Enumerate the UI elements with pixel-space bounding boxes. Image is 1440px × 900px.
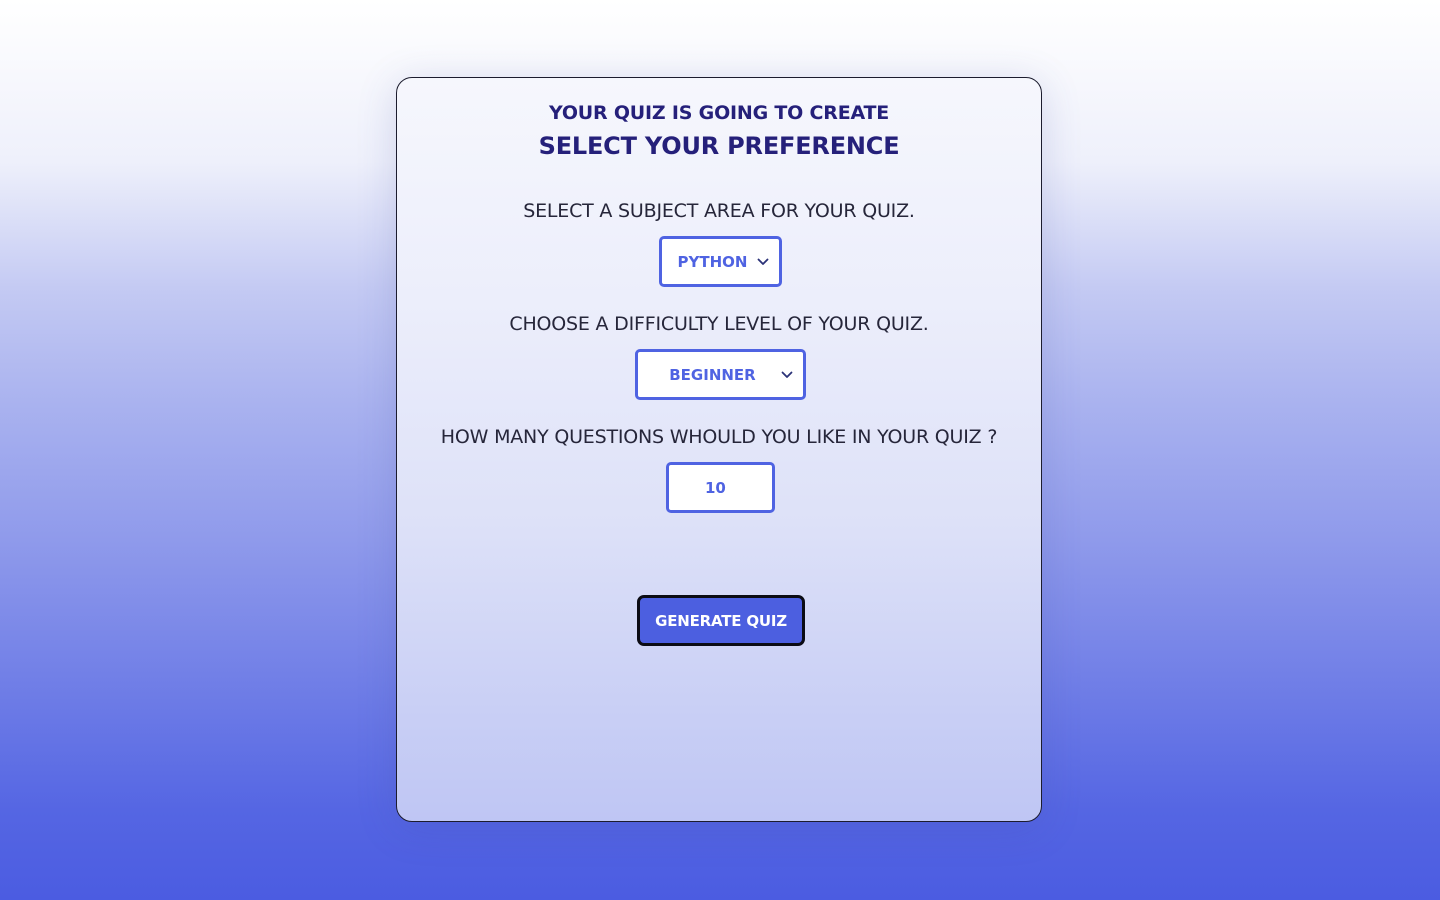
- subject-label: SELECT A SUBJECT AREA FOR YOUR QUIZ.: [523, 200, 915, 222]
- questions-label: HOW MANY QUESTIONS WHOULD YOU LIKE IN YO…: [440, 426, 998, 448]
- generate-quiz-button[interactable]: GENERATE QUIZ: [637, 595, 805, 646]
- quiz-preference-card: YOUR QUIZ IS GOING TO CREATE SELECT YOUR…: [396, 77, 1042, 822]
- difficulty-label: CHOOSE A DIFFICULTY LEVEL OF YOUR QUIZ.: [509, 313, 929, 335]
- questions-count-value: 10: [705, 478, 726, 497]
- subject-select[interactable]: PYTHON: [659, 236, 782, 287]
- questions-count-input[interactable]: 10: [666, 462, 775, 513]
- chevron-down-icon: [781, 371, 795, 379]
- difficulty-select-value: BEGINNER: [669, 365, 756, 384]
- page-subtitle: YOUR QUIZ IS GOING TO CREATE: [548, 102, 890, 124]
- chevron-down-icon: [757, 258, 771, 266]
- page-title: SELECT YOUR PREFERENCE: [538, 132, 900, 160]
- difficulty-select[interactable]: BEGINNER: [635, 349, 806, 400]
- subject-select-value: PYTHON: [677, 252, 748, 271]
